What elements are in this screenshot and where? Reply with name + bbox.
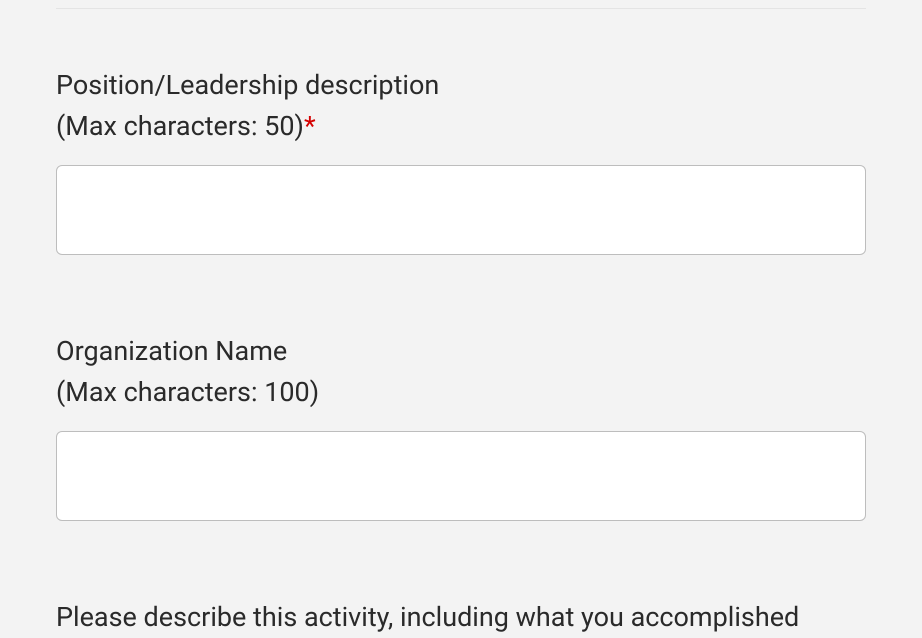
description-label: Please describe this activity, including… xyxy=(56,597,866,638)
section-divider xyxy=(56,8,866,9)
organization-label-line1: Organization Name xyxy=(56,335,287,367)
organization-field: Organization Name (Max characters: 100) xyxy=(56,331,866,525)
position-input[interactable] xyxy=(56,165,866,255)
description-label-line1: Please describe this activity, including… xyxy=(56,601,799,633)
description-field: Please describe this activity, including… xyxy=(56,597,866,638)
required-mark: * xyxy=(304,110,316,142)
position-label-line2: (Max characters: 50) xyxy=(56,110,304,142)
position-field: Position/Leadership description (Max cha… xyxy=(56,65,866,259)
form-container: Position/Leadership description (Max cha… xyxy=(0,8,922,638)
organization-label: Organization Name (Max characters: 100) xyxy=(56,331,866,413)
position-label-line1: Position/Leadership description xyxy=(56,69,439,101)
position-label: Position/Leadership description (Max cha… xyxy=(56,65,866,147)
organization-label-line2: (Max characters: 100) xyxy=(56,376,319,408)
organization-input[interactable] xyxy=(56,431,866,521)
